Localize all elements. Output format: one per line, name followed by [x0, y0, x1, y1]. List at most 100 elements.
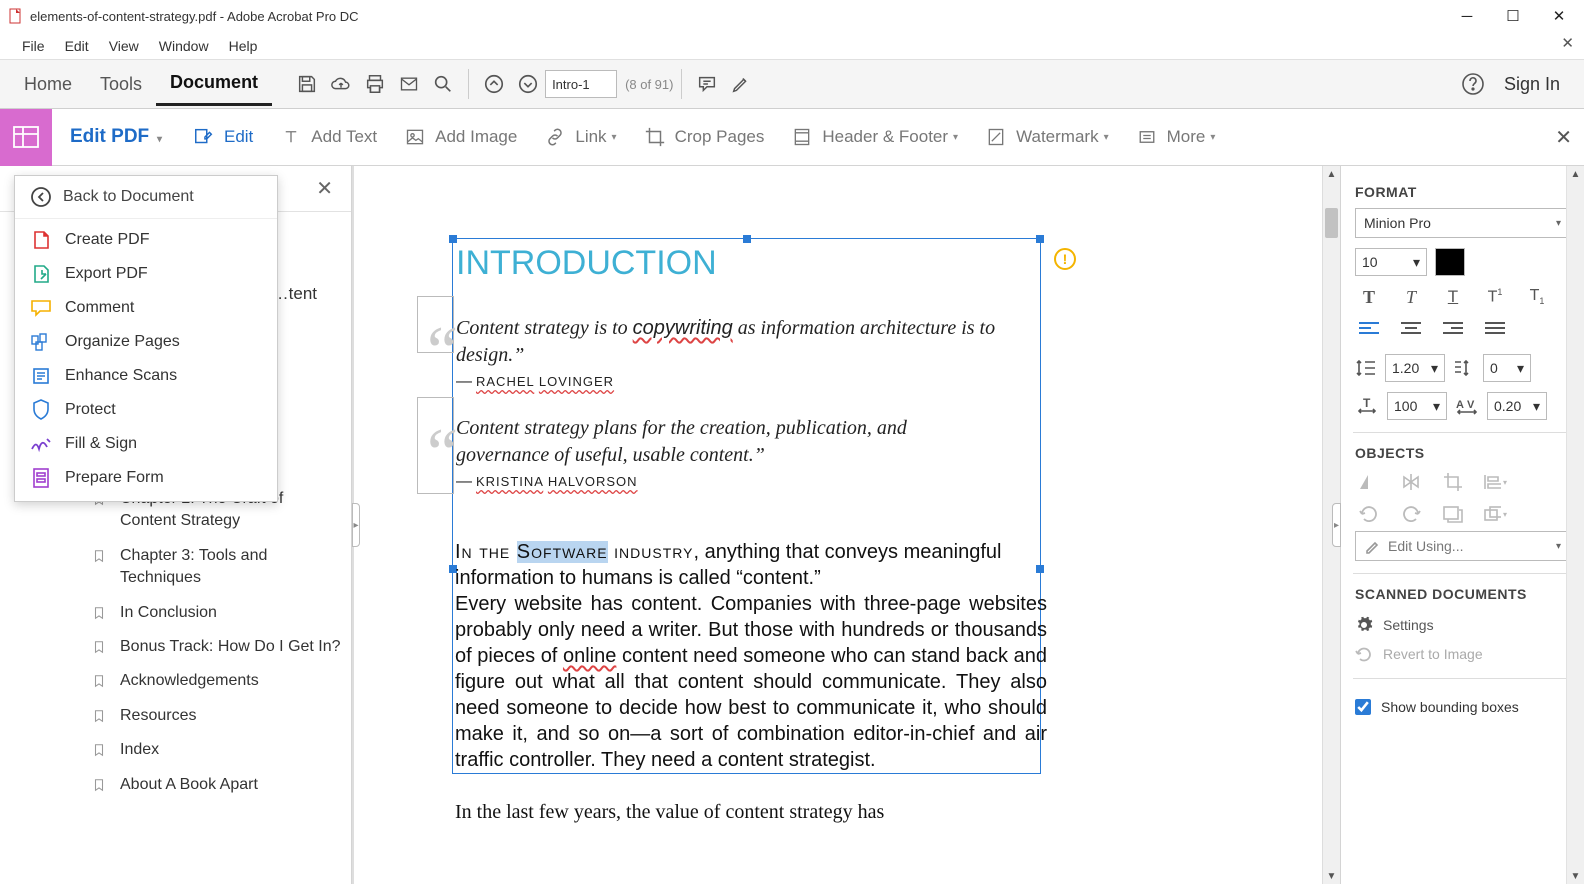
scroll-up-icon[interactable]: ▲: [1567, 166, 1584, 182]
link-button[interactable]: Link▾: [543, 125, 616, 149]
back-to-document-item[interactable]: Back to Document: [15, 176, 277, 219]
show-bounding-boxes-checkbox[interactable]: Show bounding boxes: [1355, 691, 1570, 715]
edit-pdf-tab-icon[interactable]: [0, 109, 52, 166]
align-center-icon[interactable]: [1399, 318, 1423, 340]
window-minimize[interactable]: ─: [1444, 1, 1490, 31]
body-paragraph[interactable]: Every website has content. Companies wit…: [455, 591, 1047, 773]
highlighter-icon[interactable]: [724, 67, 758, 101]
arrange-icon[interactable]: ▾: [1483, 503, 1507, 525]
resize-handle[interactable]: [743, 235, 751, 243]
leftpane-close-icon[interactable]: ✕: [316, 176, 333, 201]
add-text-button[interactable]: Add Text: [279, 125, 377, 149]
scanned-settings-button[interactable]: Settings: [1355, 610, 1570, 640]
header-footer-button[interactable]: Header & Footer▾: [790, 125, 958, 149]
bookmark-item[interactable]: Chapter 3: Tools and Techniques: [92, 539, 351, 596]
edit-button[interactable]: Edit: [192, 125, 253, 149]
add-image-button[interactable]: Add Image: [403, 125, 517, 149]
rightpane-toggle-handle[interactable]: ▸: [1332, 503, 1341, 547]
font-combo[interactable]: Minion Pro▾: [1355, 208, 1570, 238]
quote-text[interactable]: Content strategy plans for the creation,…: [456, 415, 976, 469]
cloud-upload-icon[interactable]: [324, 67, 358, 101]
page-down-icon[interactable]: [511, 67, 545, 101]
nav-home[interactable]: Home: [10, 64, 86, 105]
leftpane-toggle-handle[interactable]: ▸: [352, 503, 360, 547]
tools-item-organize[interactable]: Organize Pages: [15, 325, 277, 359]
superscript-icon[interactable]: T1: [1483, 286, 1507, 308]
help-icon[interactable]: [1456, 67, 1490, 101]
font-size-field[interactable]: 10▾: [1355, 248, 1427, 276]
rotate-cw-icon[interactable]: [1399, 503, 1423, 525]
more-button[interactable]: More▾: [1135, 125, 1216, 149]
align-justify-icon[interactable]: [1483, 318, 1507, 340]
quote-text[interactable]: Content strategy is to copywriting as in…: [456, 315, 996, 369]
edit-pdf-dropdown[interactable]: Edit PDF ▾: [70, 126, 162, 148]
edit-toolbar-close-icon[interactable]: ✕: [1555, 125, 1572, 150]
crop-object-icon[interactable]: [1441, 471, 1465, 493]
resize-handle[interactable]: [449, 235, 457, 243]
doc-close-icon[interactable]: ✕: [1561, 34, 1574, 52]
bookmark-item[interactable]: In Conclusion: [92, 596, 351, 630]
body-paragraph[interactable]: In the Software industry, anything that …: [455, 539, 1041, 591]
window-close[interactable]: ✕: [1536, 1, 1582, 31]
flip-vertical-icon[interactable]: [1399, 471, 1423, 493]
crop-pages-button[interactable]: Crop Pages: [643, 125, 765, 149]
rotate-ccw-icon[interactable]: [1357, 503, 1381, 525]
menu-edit[interactable]: Edit: [55, 34, 99, 58]
save-icon[interactable]: [290, 67, 324, 101]
rightpane-scrollbar[interactable]: ▲ ▼: [1566, 166, 1584, 884]
body-paragraph[interactable]: In the last few years, the value of cont…: [455, 799, 1041, 825]
underline-icon[interactable]: T: [1441, 286, 1465, 308]
checkbox-input[interactable]: [1355, 699, 1371, 715]
watermark-button[interactable]: Watermark▾: [984, 125, 1109, 149]
edit-using-dropdown[interactable]: Edit Using...▾: [1355, 531, 1570, 561]
tools-item-enhance[interactable]: Enhance Scans: [15, 359, 277, 393]
line-spacing-field[interactable]: 1.20▾: [1385, 354, 1445, 382]
scroll-down-icon[interactable]: ▼: [1323, 868, 1340, 884]
email-icon[interactable]: [392, 67, 426, 101]
tools-item-create-pdf[interactable]: Create PDF: [15, 223, 277, 257]
italic-icon[interactable]: T: [1399, 286, 1423, 308]
quote-attribution[interactable]: —KRISTINA HALVORSON: [456, 473, 638, 491]
revert-to-image-button[interactable]: Revert to Image: [1355, 640, 1570, 668]
menu-view[interactable]: View: [99, 34, 149, 58]
menu-help[interactable]: Help: [219, 34, 268, 58]
quote-attribution[interactable]: —RACHEL LOVINGER: [456, 373, 614, 391]
nav-tools[interactable]: Tools: [86, 64, 156, 105]
menu-window[interactable]: Window: [149, 34, 219, 58]
window-maximize[interactable]: ☐: [1490, 1, 1536, 31]
scroll-down-icon[interactable]: ▼: [1567, 868, 1584, 884]
menu-file[interactable]: File: [12, 34, 55, 58]
paragraph-spacing-field[interactable]: 0▾: [1483, 354, 1531, 382]
document-area[interactable]: ! INTRODUCTION “ Content strategy is to …: [352, 166, 1340, 884]
tools-item-fill-sign[interactable]: Fill & Sign: [15, 427, 277, 461]
replace-image-icon[interactable]: [1441, 503, 1465, 525]
comment-icon[interactable]: [690, 67, 724, 101]
bookmark-item[interactable]: Bonus Track: How Do I Get In?: [92, 630, 351, 664]
bookmark-item[interactable]: Resources: [92, 699, 351, 733]
bold-icon[interactable]: T: [1357, 286, 1381, 308]
subscript-icon[interactable]: T1: [1525, 286, 1549, 308]
doc-heading[interactable]: INTRODUCTION: [456, 244, 717, 283]
tools-item-protect[interactable]: Protect: [15, 393, 277, 427]
resize-handle[interactable]: [1036, 235, 1044, 243]
bookmark-item[interactable]: About A Book Apart: [92, 768, 351, 802]
bookmark-item[interactable]: Acknowledgements: [92, 664, 351, 698]
tools-item-prepare-form[interactable]: Prepare Form: [15, 461, 277, 495]
nav-document[interactable]: Document: [156, 62, 272, 106]
page-number-field[interactable]: Intro-1: [545, 70, 617, 98]
align-left-icon[interactable]: [1357, 318, 1381, 340]
tools-item-export-pdf[interactable]: Export PDF: [15, 257, 277, 291]
tools-item-comment[interactable]: Comment: [15, 291, 277, 325]
scroll-up-icon[interactable]: ▲: [1323, 166, 1340, 182]
scrollbar-thumb[interactable]: [1325, 208, 1338, 238]
sign-in-link[interactable]: Sign In: [1504, 74, 1560, 95]
search-icon[interactable]: [426, 67, 460, 101]
align-right-icon[interactable]: [1441, 318, 1465, 340]
warning-icon[interactable]: !: [1054, 248, 1076, 270]
print-icon[interactable]: [358, 67, 392, 101]
bookmark-item[interactable]: Index: [92, 733, 351, 767]
align-objects-icon[interactable]: ▾: [1483, 471, 1507, 493]
page-up-icon[interactable]: [477, 67, 511, 101]
flip-horizontal-icon[interactable]: [1357, 471, 1381, 493]
document-page[interactable]: ! INTRODUCTION “ Content strategy is to …: [354, 166, 1322, 884]
